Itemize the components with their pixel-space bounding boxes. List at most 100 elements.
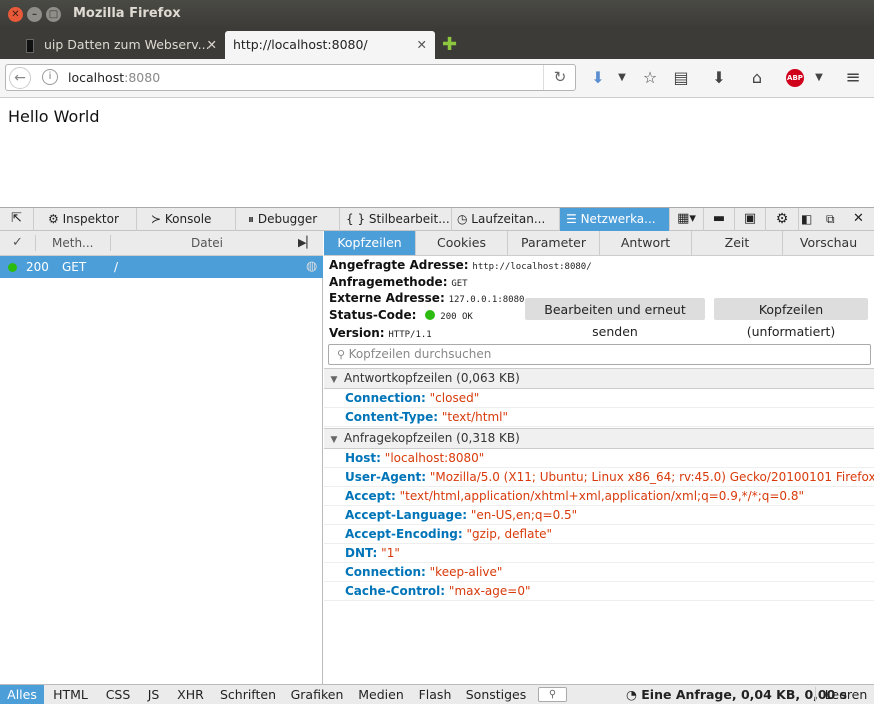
new-tab-icon[interactable]: ✚ [442, 31, 462, 59]
devtools-tab-debugger[interactable]: ⏸ Debugger [236, 208, 340, 231]
headers-filter-input[interactable]: ⚲ Kopfzeilen durchsuchen [328, 344, 871, 365]
braces-icon: { } [346, 212, 369, 226]
info-icon[interactable]: i [42, 69, 58, 85]
reading-list-icon[interactable]: ▤ [670, 67, 692, 89]
adblock-icon[interactable]: ABP [786, 69, 804, 87]
settings-gear-icon[interactable]: ⚙ [766, 208, 799, 231]
summary-value: 200 OK [440, 312, 473, 322]
downloads-icon[interactable]: ⬇ [708, 67, 730, 89]
network-filter-bar: Alles HTML CSS JS XHR Schriften Grafiken… [0, 684, 874, 704]
raw-headers-button[interactable]: Kopfzeilen (unformatiert) [714, 298, 868, 339]
close-window-icon[interactable]: ✕ [8, 7, 23, 22]
browser-tabbar: uip Datten zum Webserv... ✕ http://local… [0, 28, 874, 59]
url-bar[interactable]: ← i localhost:8080 ↻ [5, 64, 576, 91]
response-headers-section[interactable]: ▼ Antwortkopfzeilen (0,063 KB) [324, 368, 874, 389]
header-value: "max-age=0" [448, 584, 531, 598]
network-icon: ☰ [566, 212, 581, 226]
search-icon: ⚲ [337, 348, 349, 361]
table-row[interactable]: 200 GET / ◍ [0, 256, 323, 278]
download-icon[interactable]: ⬇ [587, 67, 609, 89]
filter-html[interactable]: HTML [44, 685, 97, 704]
url-filter-search-icon[interactable]: ⚲ [538, 687, 567, 702]
filter-flash[interactable]: Flash [411, 685, 459, 704]
filter-js[interactable]: JS [139, 685, 168, 704]
dock-side-icon[interactable]: ◧ [801, 208, 812, 231]
column-file[interactable]: Datei [191, 231, 223, 255]
header-row: DNT: "1" [324, 544, 874, 563]
checkmark-icon: ✓ [12, 235, 23, 250]
gauge-icon: ◷ [457, 212, 472, 226]
split-console-icon[interactable]: ▬ [704, 208, 735, 231]
header-value: "text/html,application/xhtml+xml,applica… [399, 489, 805, 503]
bookmark-star-icon[interactable]: ☆ [639, 67, 661, 89]
filter-media[interactable]: Medien [351, 685, 411, 704]
devtools-tab-label: Konsole [164, 212, 212, 226]
tab-headers[interactable]: Kopfzeilen [324, 231, 416, 255]
request-headers-section[interactable]: ▼ Anfragekopfzeilen (0,318 KB) [324, 428, 874, 449]
undock-icon[interactable]: ⧉ [826, 208, 835, 231]
devtools-tab-network[interactable]: ☰ Netzwerka... [560, 208, 670, 231]
stopwatch-icon: ◔ [626, 687, 642, 702]
close-tab-icon[interactable]: ✕ [207, 31, 217, 59]
header-key: Connection: [345, 391, 426, 405]
summary-label: Anfragemethode: [329, 275, 448, 289]
section-title: Anfragekopfzeilen (0,318 KB) [344, 431, 520, 445]
column-method[interactable]: Meth... [52, 231, 94, 255]
edit-resend-button[interactable]: Bearbeiten und erneut senden [525, 298, 705, 339]
header-value: "keep-alive" [429, 565, 503, 579]
hamburger-menu-icon[interactable]: ≡ [842, 67, 864, 89]
reload-icon[interactable]: ↻ [543, 65, 576, 90]
close-tab-icon[interactable]: ✕ [417, 31, 427, 59]
home-icon[interactable]: ⌂ [746, 67, 768, 89]
header-row: Cache-Control: "max-age=0" [324, 582, 874, 601]
browser-tab-2[interactable]: http://localhost:8080/ ✕ [225, 31, 435, 59]
summary-label: Angefragte Adresse: [329, 258, 469, 272]
summary-value: HTTP/1.1 [388, 330, 432, 340]
close-devtools-icon[interactable]: ✕ [853, 208, 864, 231]
console-icon: ≻ [151, 212, 165, 226]
summary-value: 127.0.0.1:8080 [448, 295, 525, 305]
toggle-sidebar-icon[interactable]: ▶▏ [298, 231, 315, 255]
filter-xhr[interactable]: XHR [168, 685, 213, 704]
devtools-tab-console[interactable]: ≻ Konsole [137, 208, 236, 231]
request-list: ✓ Meth... Datei ▶▏ 200 GET / ◍ [0, 231, 323, 684]
devtools-tab-performance[interactable]: ◷ Laufzeitan... [452, 208, 560, 231]
filter-css[interactable]: CSS [97, 685, 139, 704]
filter-other[interactable]: Sonstiges [459, 685, 533, 704]
devtools-tab-style-editor[interactable]: { } Stilbearbeit... [340, 208, 452, 231]
filter-images[interactable]: Grafiken [283, 685, 351, 704]
responsive-design-icon[interactable]: ▣ [735, 208, 766, 231]
clear-button[interactable]: Leeren [818, 685, 874, 704]
more-tools-icon[interactable]: ▦▾ [670, 208, 704, 231]
element-picker-icon[interactable]: ⇱ [0, 208, 34, 231]
header-key: Cache-Control: [345, 584, 446, 598]
globe-icon: ◍ [306, 259, 318, 274]
request-status: 200 [26, 260, 49, 274]
summary-value: http://localhost:8080/ [472, 262, 592, 272]
tab-response[interactable]: Antwort [600, 231, 692, 255]
maximize-window-icon[interactable]: □ [46, 7, 61, 22]
devtools-tab-inspector[interactable]: ⚙ Inspektor [34, 208, 137, 231]
filter-fonts[interactable]: Schriften [213, 685, 283, 704]
url-text[interactable]: localhost:8080 [68, 65, 160, 90]
collapse-arrow-icon: ▼ [330, 435, 338, 445]
download-dropdown-icon[interactable]: ▼ [611, 67, 633, 89]
tab-preview[interactable]: Vorschau [783, 231, 874, 255]
browser-tab-1[interactable]: uip Datten zum Webserv... ✕ [18, 31, 223, 59]
status-dot-icon [8, 263, 17, 272]
header-row: Connection: "closed" [324, 389, 874, 408]
header-value: "Mozilla/5.0 (X11; Ubuntu; Linux x86_64;… [429, 470, 874, 484]
adblock-dropdown-icon[interactable]: ▼ [808, 67, 830, 89]
header-key: Accept-Language: [345, 508, 468, 522]
window-title: Mozilla Firefox [73, 6, 181, 21]
filter-all[interactable]: Alles [0, 685, 44, 704]
header-key: DNT: [345, 546, 378, 560]
back-arrow-icon[interactable]: ← [9, 67, 31, 89]
summary-value: GET [451, 279, 468, 289]
tab-cookies[interactable]: Cookies [416, 231, 508, 255]
tab-timings[interactable]: Zeit [692, 231, 783, 255]
request-method: GET [62, 260, 87, 274]
minimize-window-icon[interactable]: – [27, 7, 42, 22]
request-details: Kopfzeilen Cookies Parameter Antwort Zei… [324, 231, 874, 684]
tab-params[interactable]: Parameter [508, 231, 600, 255]
